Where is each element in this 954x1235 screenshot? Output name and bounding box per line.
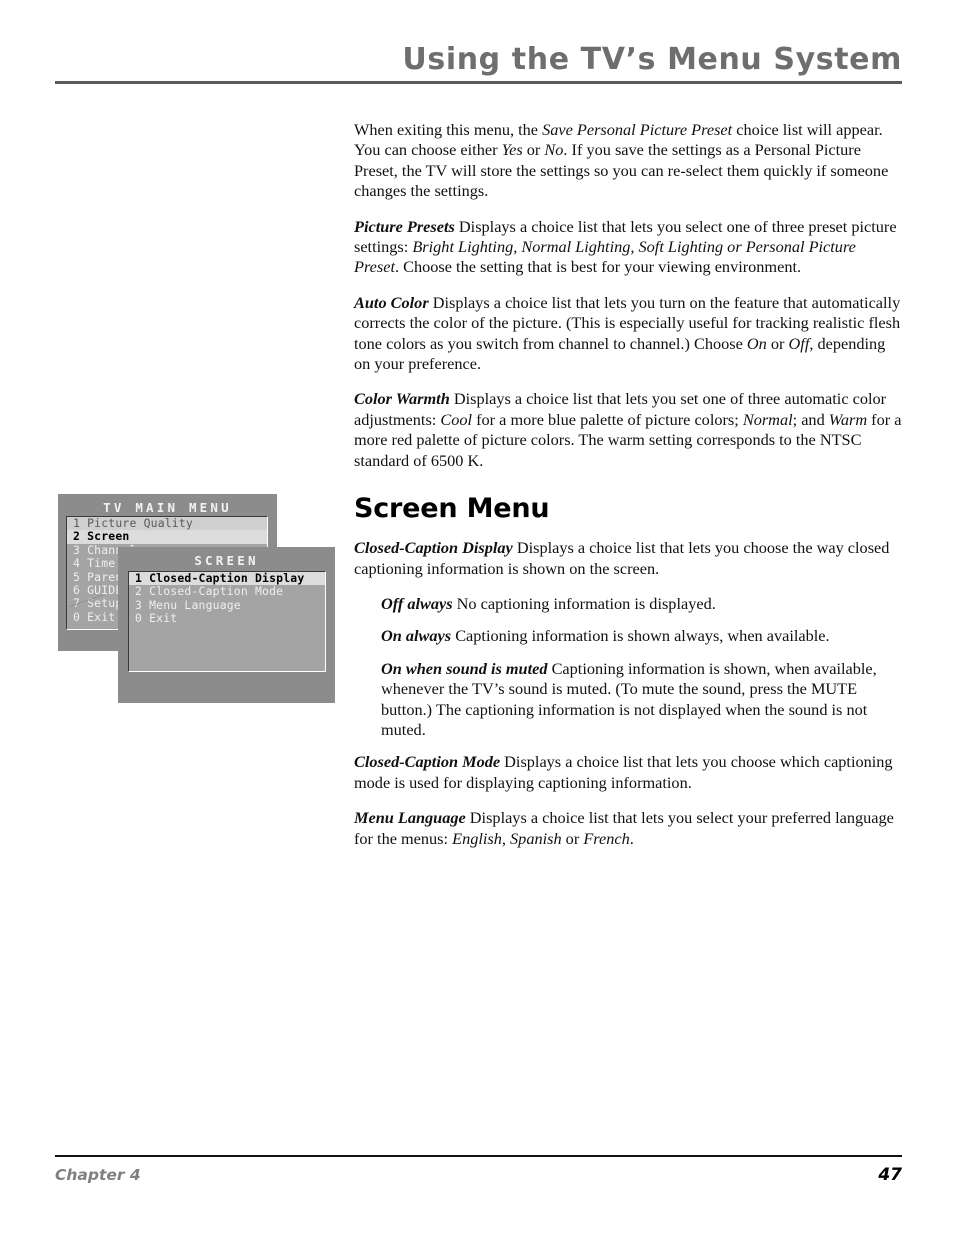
header-divider <box>55 80 902 84</box>
text-run: . <box>629 828 634 848</box>
text-run-italic: Yes <box>501 140 523 160</box>
tv-main-menu-item[interactable]: 2 Screen <box>67 529 267 544</box>
text-run: No captioning information is displayed. <box>452 593 716 613</box>
text-run-italic: Spanish <box>510 828 562 848</box>
text-run-italic: Cool <box>440 409 473 429</box>
paragraph-cc-mode: Closed-Caption Mode Displays a choice li… <box>354 752 902 793</box>
tv-screen-menu-panel: SCREEN 1 Closed-Caption Display 2 Closed-… <box>118 547 335 703</box>
text-run-italic: Off <box>788 333 810 353</box>
text-run-italic: English <box>452 828 502 848</box>
option-on-always: On always Captioning information is show… <box>354 626 902 646</box>
cc-display-options-list: Off always No captioning information is … <box>354 594 902 740</box>
tv-menu-illustration: TV MAIN MENU 1 Picture Quality 2 Screen 3 … <box>58 494 348 709</box>
option-off-always: Off always No captioning information is … <box>354 594 902 614</box>
text-run: , <box>501 828 511 848</box>
term-cc-mode: Closed-Caption Mode <box>354 752 501 772</box>
option-on-when-muted: On when sound is muted Captioning inform… <box>354 659 902 741</box>
tv-main-menu-title: TV MAIN MENU <box>103 500 232 515</box>
section-heading-screen-menu: Screen Menu <box>354 493 550 525</box>
text-run-italic: No <box>544 140 564 160</box>
paragraph-auto-color: Auto Color Displays a choice list that l… <box>354 293 902 375</box>
term-on-when-muted: On when sound is muted <box>381 658 548 678</box>
paragraph-save-preset: When exiting this menu, the Save Persona… <box>354 120 902 202</box>
text-run-italic: Warm <box>828 409 868 429</box>
text-run-italic: Normal <box>742 409 793 429</box>
text-run-italic: French <box>583 828 630 848</box>
page-footer: Chapter 4 47 <box>55 1155 902 1185</box>
term-off-always: Off always <box>381 593 453 613</box>
term-picture-presets: Picture Presets <box>354 216 455 236</box>
tv-screen-menu-item[interactable]: 3 Menu Language <box>129 598 325 612</box>
paragraph-cc-display: Closed-Caption Display Displays a choice… <box>354 538 902 579</box>
footer-chapter-label: Chapter 4 <box>55 1166 141 1184</box>
footer-page-number: 47 <box>878 1165 902 1185</box>
tv-screen-menu-title: SCREEN <box>194 553 259 568</box>
text-run-italic: On <box>746 333 767 353</box>
paragraph-menu-language: Menu Language Displays a choice list tha… <box>354 808 902 849</box>
main-text-column: When exiting this menu, the Save Persona… <box>354 120 902 849</box>
text-run: ; and <box>792 409 829 429</box>
page-title: Using the TV’s Menu System <box>402 42 902 77</box>
tv-screen-menu-list: 1 Closed-Caption Display 2 Closed-Caption… <box>128 571 326 672</box>
tv-screen-menu-item[interactable]: 0 Exit <box>129 611 325 625</box>
tv-screen-menu-item[interactable]: 1 Closed-Caption Display <box>129 572 325 586</box>
footer-row: Chapter 4 47 <box>55 1165 902 1185</box>
paragraph-color-warmth: Color Warmth Displays a choice list that… <box>354 389 902 471</box>
text-run-italic: Save Personal Picture Preset <box>542 120 733 139</box>
term-color-warmth: Color Warmth <box>354 389 450 409</box>
footer-divider <box>55 1155 902 1157</box>
page-header: Using the TV’s Menu System <box>55 44 902 84</box>
text-run: for a more blue palette of picture color… <box>472 409 743 429</box>
text-run: or <box>522 140 545 160</box>
text-run: or <box>766 333 789 353</box>
text-run: . Choose the setting that is best for yo… <box>395 257 802 277</box>
text-run: Captioning information is shown always, … <box>451 626 830 646</box>
term-auto-color: Auto Color <box>354 292 429 312</box>
term-on-always: On always <box>381 626 452 646</box>
text-run: or <box>561 828 584 848</box>
tv-screen-menu-item[interactable]: 2 Closed-Caption Mode <box>129 584 325 598</box>
term-menu-language: Menu Language <box>354 808 466 828</box>
text-run: When exiting this menu, the <box>354 120 543 139</box>
term-cc-display: Closed-Caption Display <box>354 538 513 558</box>
tv-main-menu-item[interactable]: 1 Picture Quality <box>67 517 267 531</box>
paragraph-picture-presets: Picture Presets Displays a choice list t… <box>354 217 902 278</box>
